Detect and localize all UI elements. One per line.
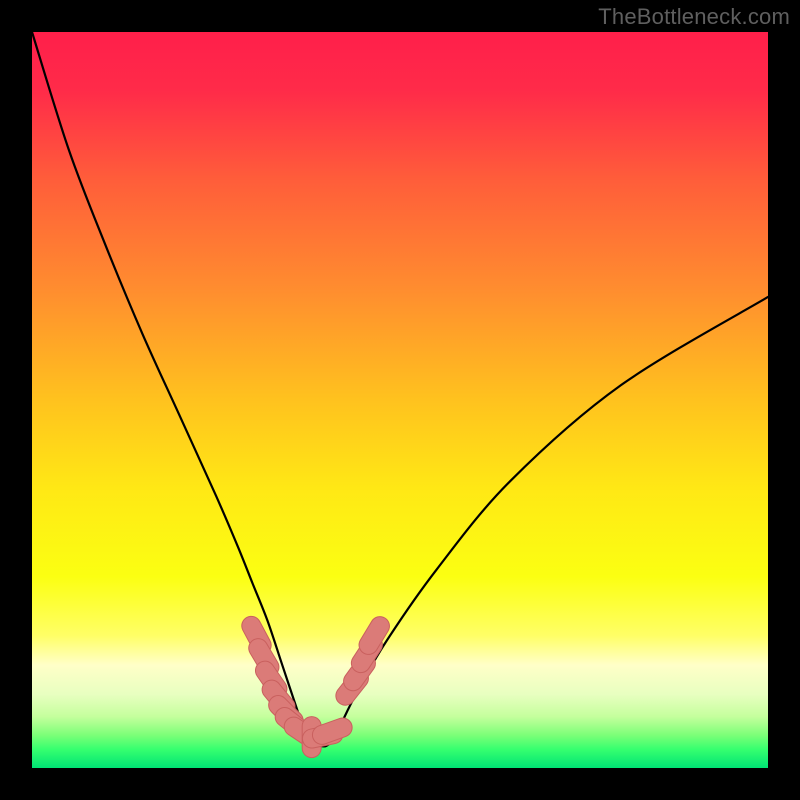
valley-marker [369, 626, 380, 645]
plot-area [32, 32, 768, 768]
curve-layer [32, 32, 768, 768]
chart-frame: TheBottleneck.com [0, 0, 800, 800]
attribution-label: TheBottleneck.com [598, 4, 790, 30]
valley-markers [251, 626, 380, 748]
valley-marker [322, 728, 343, 735]
bottleneck-curve [32, 32, 768, 747]
